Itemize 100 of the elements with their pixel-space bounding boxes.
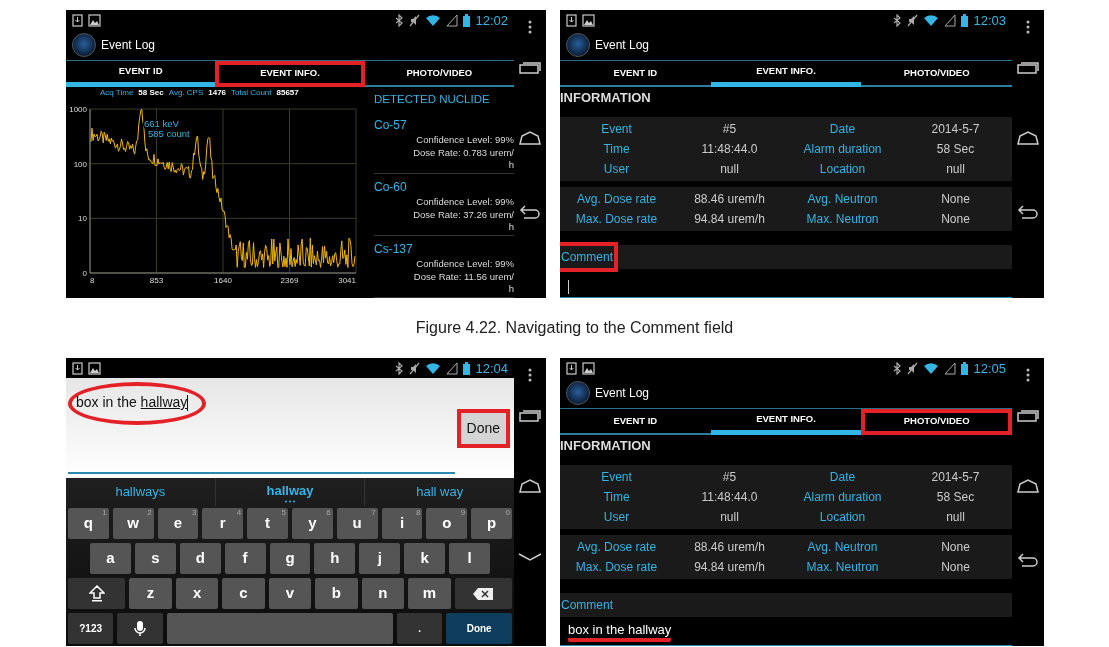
overflow-menu-icon[interactable] <box>528 20 532 34</box>
mute-icon <box>409 361 421 375</box>
back-icon[interactable] <box>519 204 541 220</box>
battery-icon <box>961 13 969 27</box>
mute-icon <box>409 13 421 27</box>
keyboard-key[interactable]: m <box>408 578 451 609</box>
field-value: #5 <box>722 469 737 486</box>
section-heading: DETECTED NUCLIDE <box>374 92 491 107</box>
keyboard-key[interactable]: n <box>361 578 405 609</box>
peak-label: 585 count <box>148 128 190 139</box>
keyboard-key[interactable]: q 1 <box>68 508 109 539</box>
overflow-menu-icon[interactable] <box>1026 20 1030 34</box>
axis-tick-label: 10 <box>78 214 87 224</box>
backspace-icon <box>472 586 495 601</box>
tab[interactable]: EVENT INFO. <box>215 61 365 87</box>
comment-text: box in the hallway <box>568 622 672 642</box>
download-icon <box>72 13 83 27</box>
confidence-text: Confidence Level: 99% <box>415 258 514 271</box>
comment-label: Comment <box>560 597 614 614</box>
tab[interactable]: EVENT INFO. <box>710 61 862 87</box>
back-icon[interactable] <box>1017 552 1039 568</box>
tab[interactable]: EVENT ID <box>66 61 216 87</box>
bluetooth-icon <box>892 361 903 375</box>
tab[interactable]: EVENT INFO. <box>710 409 862 435</box>
keyboard-key[interactable]: t 5 <box>247 508 288 539</box>
keyboard-key[interactable]: s <box>134 543 176 574</box>
keyboard-key[interactable]: b <box>315 578 358 609</box>
axis-tick-label: 8 <box>90 276 95 285</box>
keyboard-key[interactable]: x <box>175 578 219 609</box>
text-input-field[interactable]: box in the hallway <box>68 378 455 474</box>
nuclide-name: Co-57 <box>374 117 408 135</box>
stat-value: 1476 <box>208 87 227 99</box>
wifi-icon <box>425 361 442 375</box>
field-label: Time <box>603 141 630 158</box>
signal-icon <box>446 13 459 27</box>
tab[interactable]: EVENT ID <box>560 409 711 435</box>
recent-apps-icon[interactable] <box>518 60 542 75</box>
keyboard-key[interactable]: g <box>269 543 311 574</box>
backspace-key[interactable] <box>454 578 512 609</box>
nuclide-name: Cs-137 <box>374 241 414 259</box>
home-icon[interactable] <box>1016 479 1040 494</box>
overflow-menu-icon[interactable] <box>1026 368 1030 382</box>
tab[interactable]: EVENT ID <box>560 61 711 87</box>
axis-tick-label: 2369 <box>280 276 299 285</box>
recent-apps-icon[interactable] <box>518 408 542 423</box>
key-hint: 8 <box>415 509 421 517</box>
keyboard-key[interactable]: a <box>90 543 131 574</box>
bluetooth-icon <box>394 361 405 375</box>
tab[interactable]: PHOTO/VIDEO <box>861 61 1012 87</box>
keyboard-key[interactable]: . <box>397 613 443 644</box>
field-value: 2014-5-7 <box>931 121 980 138</box>
keyboard-key[interactable]: w 2 <box>112 508 154 539</box>
wifi-icon <box>425 13 442 27</box>
keyboard-key[interactable]: i 8 <box>381 508 423 539</box>
overflow-menu-icon[interactable] <box>528 368 532 382</box>
home-icon[interactable] <box>518 479 542 494</box>
suggestion[interactable]: hallways <box>66 478 216 506</box>
recent-apps-icon[interactable] <box>1016 60 1040 75</box>
status-time: 12:04 <box>475 361 508 375</box>
keyboard-key[interactable]: r 4 <box>202 508 244 539</box>
field-value: #5 <box>722 121 737 138</box>
keyboard-key[interactable]: u 7 <box>336 508 378 539</box>
comment-field[interactable]: box in the hallway <box>560 617 1012 646</box>
keyboard-key[interactable]: d <box>179 543 221 574</box>
field-label: Avg. Neutron <box>807 539 878 556</box>
keyboard-key[interactable]: j <box>359 543 401 574</box>
tab[interactable]: PHOTO/VIDEO <box>364 61 514 87</box>
suggestion[interactable]: hallway <box>215 478 366 506</box>
tab[interactable]: PHOTO/VIDEO <box>861 409 1012 435</box>
voice-key[interactable] <box>117 613 163 644</box>
keyboard-key[interactable]: e 3 <box>157 508 199 539</box>
field-label: Avg. Dose rate <box>576 191 657 208</box>
keyboard-key[interactable]: c <box>222 578 265 609</box>
keyboard-key[interactable]: h <box>314 543 356 574</box>
recent-apps-icon[interactable] <box>1016 408 1040 423</box>
bluetooth-icon <box>892 13 903 27</box>
keyboard-key[interactable]: l <box>449 543 490 574</box>
keyboard-key[interactable]: y 6 <box>292 508 333 539</box>
keyboard-key[interactable]: z <box>129 578 172 609</box>
shift-key[interactable] <box>68 578 126 609</box>
field-value: null <box>720 161 739 178</box>
keyboard-key[interactable]: v <box>268 578 312 609</box>
app-title: Event Log <box>595 37 650 54</box>
battery-icon <box>961 361 969 375</box>
stat-label: Avg. CPS <box>168 87 204 99</box>
hide-keyboard-icon[interactable] <box>518 552 542 562</box>
keyboard-key[interactable]: ?123 <box>68 613 114 644</box>
home-icon[interactable] <box>1016 131 1040 146</box>
back-icon[interactable] <box>1017 204 1039 220</box>
home-icon[interactable] <box>518 131 542 146</box>
suggestion[interactable]: hall way <box>365 478 514 506</box>
keyboard-key[interactable]: f <box>224 543 266 574</box>
done-key[interactable]: Done <box>446 613 512 644</box>
bluetooth-icon <box>394 13 405 27</box>
field-label: Event <box>601 121 632 138</box>
keyboard-key[interactable]: k <box>404 543 446 574</box>
field-label: Max. Dose rate <box>575 211 658 228</box>
keyboard-key[interactable]: o 9 <box>426 508 468 539</box>
app-title: Event Log <box>595 385 650 402</box>
field-label: User <box>603 161 630 178</box>
